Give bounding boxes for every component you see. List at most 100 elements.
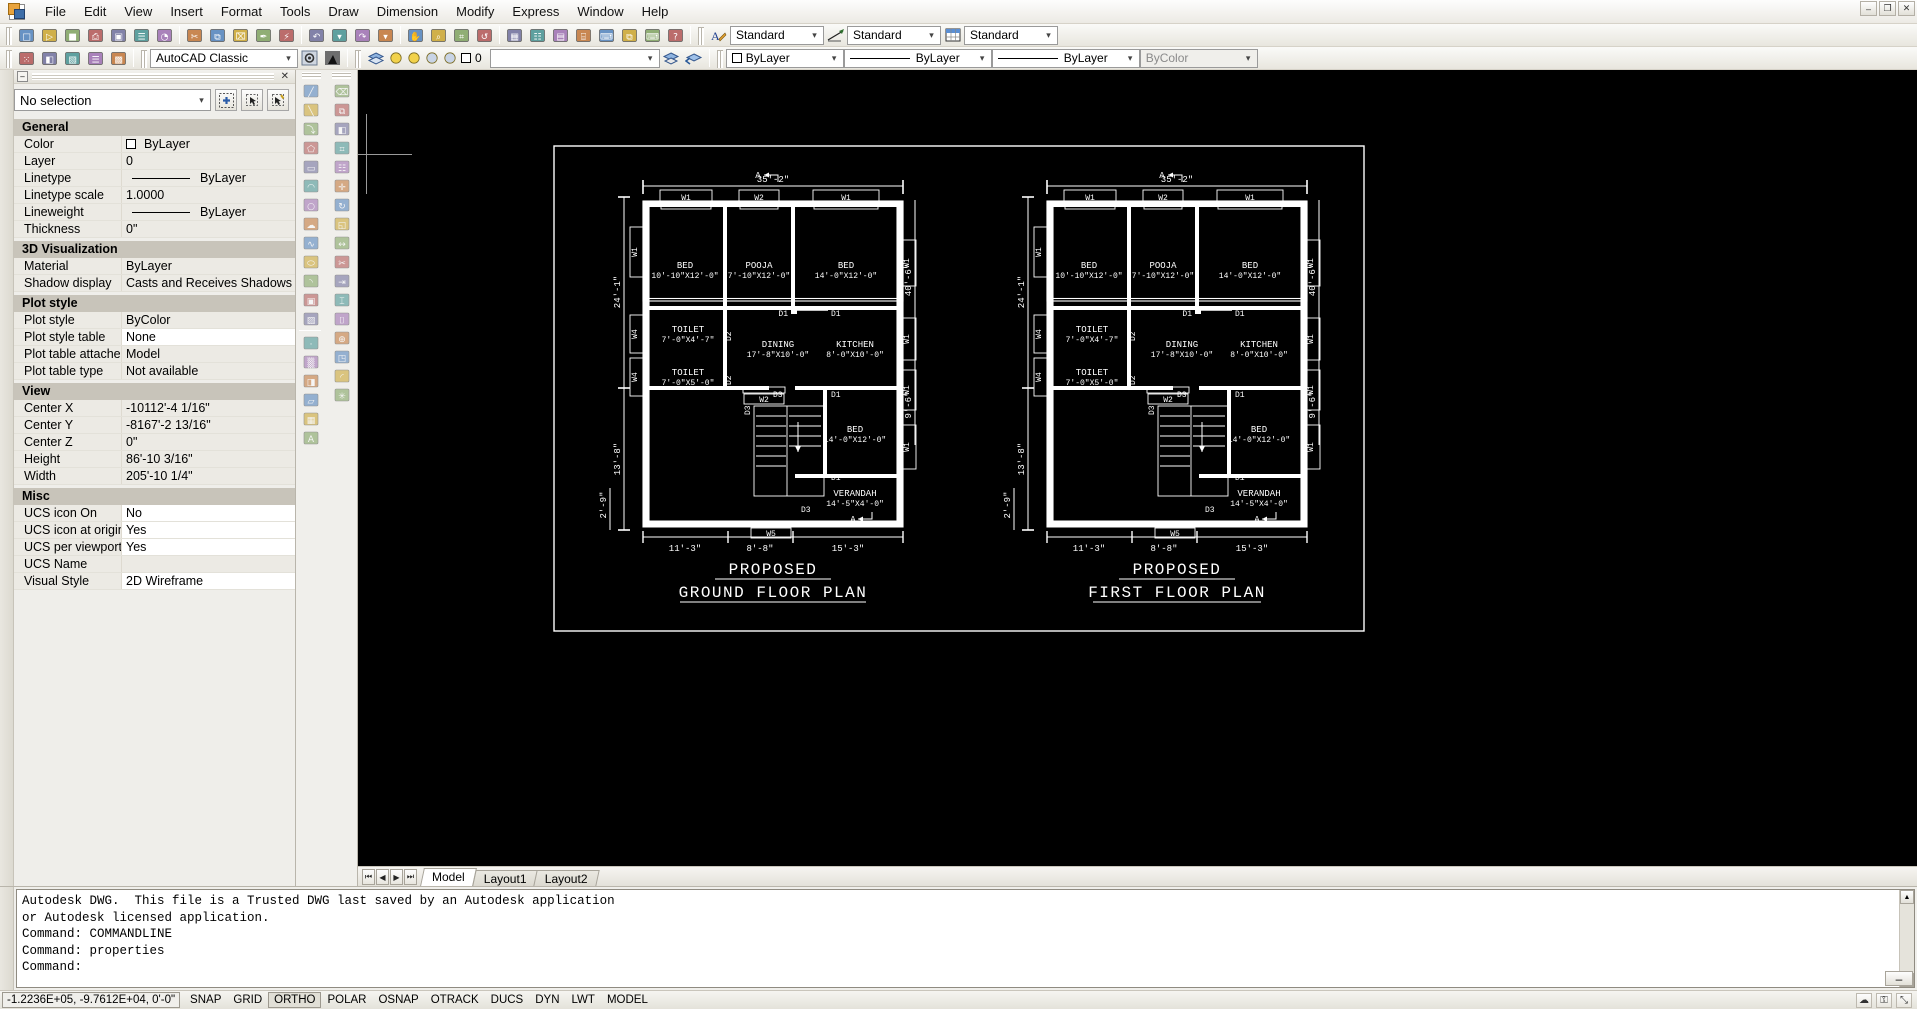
chevron-down-icon[interactable]: ▾ bbox=[808, 30, 821, 41]
property-group-header-general[interactable]: General bbox=[14, 119, 295, 136]
menu-item-window[interactable]: Window bbox=[568, 1, 632, 22]
property-value[interactable]: 0 bbox=[122, 153, 295, 169]
property-value[interactable]: ByLayer bbox=[122, 204, 295, 220]
save-icon[interactable]: ■ bbox=[62, 25, 83, 45]
status-toggle-lwt[interactable]: LWT bbox=[566, 992, 601, 1008]
property-row-lineweight[interactable]: Lineweight ByLayer bbox=[14, 204, 295, 221]
spline-icon[interactable]: ∿ bbox=[299, 233, 323, 252]
workspace-lock-icon[interactable] bbox=[322, 48, 343, 68]
property-value[interactable]: ByLayer bbox=[122, 170, 295, 186]
layer-previous-icon[interactable]: ◧ bbox=[39, 48, 60, 68]
toolbar-lock-icon[interactable]: ⚿ bbox=[1876, 992, 1892, 1008]
plotstyle-control-combo[interactable]: ByColor ▾ bbox=[1139, 48, 1258, 68]
rectangle-icon[interactable]: ▭ bbox=[299, 157, 323, 176]
property-row-ucs-name[interactable]: UCS Name bbox=[14, 556, 295, 573]
property-row-color[interactable]: Color ByLayer bbox=[14, 136, 295, 153]
table-icon[interactable]: ▦ bbox=[299, 409, 323, 428]
property-row-center-z[interactable]: Center Z 0" bbox=[14, 434, 295, 451]
lineweight-control-combo[interactable]: ByLayer ▾ bbox=[991, 48, 1140, 68]
new-icon[interactable]: □ bbox=[16, 25, 37, 45]
point-icon[interactable]: · bbox=[299, 333, 323, 352]
move-icon[interactable]: ✛ bbox=[330, 176, 354, 195]
region-icon[interactable]: ▱ bbox=[299, 390, 323, 409]
property-row-height[interactable]: Height 86'-10 3/16" bbox=[14, 451, 295, 468]
line-icon[interactable]: ╱ bbox=[299, 81, 323, 100]
property-value[interactable]: 86'-10 3/16" bbox=[122, 451, 295, 467]
text-style-combo[interactable]: Standard ▾ bbox=[730, 25, 824, 45]
modify-toolbar-grip[interactable] bbox=[332, 72, 352, 79]
menu-item-help[interactable]: Help bbox=[633, 1, 678, 22]
property-group-header-misc[interactable]: Misc bbox=[14, 488, 295, 505]
redo-dropdown-icon[interactable]: ▾ bbox=[375, 25, 396, 45]
polyline-icon[interactable]: ⤵ bbox=[299, 119, 323, 138]
chevron-down-icon[interactable]: ▾ bbox=[925, 30, 938, 41]
external-references-icon[interactable]: ⧉ bbox=[619, 25, 640, 45]
help-icon[interactable]: ? bbox=[665, 25, 686, 45]
explode-icon[interactable]: ✳ bbox=[330, 385, 354, 404]
chevron-down-icon[interactable]: ▾ bbox=[1124, 53, 1137, 64]
construction-line-icon[interactable]: ╲ bbox=[299, 100, 323, 119]
property-row-visual-style[interactable]: Visual Style 2D Wireframe bbox=[14, 573, 295, 590]
workspaces-toolbar-grip[interactable] bbox=[140, 49, 147, 68]
layer-lock-icon[interactable] bbox=[442, 48, 458, 68]
property-row-ucs-icon-on[interactable]: UCS icon On No bbox=[14, 505, 295, 522]
point-style-icon[interactable]: ⁙ bbox=[16, 48, 37, 68]
property-value[interactable]: 2D Wireframe bbox=[122, 573, 295, 589]
minimize-button[interactable]: – bbox=[1860, 1, 1877, 16]
scroll-track[interactable] bbox=[1900, 904, 1914, 973]
open-icon[interactable]: ▷ bbox=[39, 25, 60, 45]
chevron-down-icon[interactable]: ▾ bbox=[644, 53, 657, 64]
styles-toolbar-grip[interactable] bbox=[697, 26, 704, 45]
scroll-up-button[interactable]: ▲ bbox=[1900, 890, 1914, 904]
property-row-linetype-scale[interactable]: Linetype scale 1.0000 bbox=[14, 187, 295, 204]
property-row-plot-style-table[interactable]: Plot style table None bbox=[14, 329, 295, 346]
mirror-icon[interactable]: ◧ bbox=[330, 119, 354, 138]
command-minimize-button[interactable]: – bbox=[1885, 971, 1913, 986]
quickcalc-icon[interactable]: ⌨ bbox=[642, 25, 663, 45]
cut-icon[interactable]: ✂ bbox=[184, 25, 205, 45]
property-value[interactable]: 1.0000 bbox=[122, 187, 295, 203]
workspace-settings-icon[interactable] bbox=[299, 48, 320, 68]
chevron-down-icon[interactable]: ▾ bbox=[976, 53, 989, 64]
palette-properties-list[interactable]: General Color ByLayer Layer 0 Linetype ByLayer… bbox=[0, 116, 295, 886]
make-block-icon[interactable]: ▨ bbox=[299, 309, 323, 328]
undo-dropdown-icon[interactable]: ▾ bbox=[329, 25, 350, 45]
extend-icon[interactable]: ⇥ bbox=[330, 271, 354, 290]
revision-cloud-icon[interactable]: ☁ bbox=[299, 214, 323, 233]
pan-realtime-icon[interactable]: ✋ bbox=[405, 25, 426, 45]
text-style-icon[interactable]: A bbox=[708, 25, 729, 45]
property-value[interactable]: Casts and Receives Shadows bbox=[122, 275, 295, 291]
chevron-down-icon[interactable]: ▾ bbox=[828, 53, 841, 64]
array-icon[interactable]: ☷ bbox=[330, 157, 354, 176]
status-toggle-otrack[interactable]: OTRACK bbox=[425, 992, 485, 1008]
quick-select-icon[interactable] bbox=[267, 89, 289, 111]
prev-layout-button[interactable]: ◀ bbox=[376, 869, 389, 885]
property-row-plot-table-attache-[interactable]: Plot table attache... Model bbox=[14, 346, 295, 363]
layer-freeze-vp-icon[interactable] bbox=[424, 48, 440, 68]
zoom-previous-icon[interactable]: ↺ bbox=[474, 25, 495, 45]
property-value[interactable]: 0" bbox=[122, 434, 295, 450]
select-objects-icon[interactable] bbox=[241, 89, 263, 111]
property-row-plot-style[interactable]: Plot style ByColor bbox=[14, 312, 295, 329]
property-row-linetype[interactable]: Linetype ByLayer bbox=[14, 170, 295, 187]
status-toggle-osnap[interactable]: OSNAP bbox=[372, 992, 424, 1008]
property-value[interactable]: Model bbox=[122, 346, 295, 362]
clean-screen-icon[interactable]: ⤡ bbox=[1896, 992, 1912, 1008]
zoom-window-icon[interactable]: ⌗ bbox=[451, 25, 472, 45]
property-row-plot-table-type[interactable]: Plot table type Not available bbox=[14, 363, 295, 380]
property-row-ucs-per-viewport[interactable]: UCS per viewport Yes bbox=[14, 539, 295, 556]
erase-icon[interactable]: ⌫ bbox=[330, 81, 354, 100]
menu-item-draw[interactable]: Draw bbox=[319, 1, 367, 22]
circle-icon[interactable]: ○ bbox=[299, 195, 323, 214]
layers-toolbar-grip[interactable] bbox=[354, 49, 361, 68]
property-value[interactable]: -8167'-2 13/16" bbox=[122, 417, 295, 433]
standards-icon[interactable]: ☰ bbox=[85, 48, 106, 68]
status-toggle-dyn[interactable]: DYN bbox=[529, 992, 565, 1008]
gradient-icon[interactable]: ◨ bbox=[299, 371, 323, 390]
table-style-combo[interactable]: Standard ▾ bbox=[964, 25, 1058, 45]
menu-item-tools[interactable]: Tools bbox=[271, 1, 319, 22]
chevron-down-icon[interactable]: ▾ bbox=[195, 95, 208, 106]
linetype-control-combo[interactable]: ByLayer ▾ bbox=[843, 48, 992, 68]
property-value[interactable]: ByLayer bbox=[122, 136, 295, 152]
selection-combo[interactable]: No selection ▾ bbox=[14, 89, 211, 111]
